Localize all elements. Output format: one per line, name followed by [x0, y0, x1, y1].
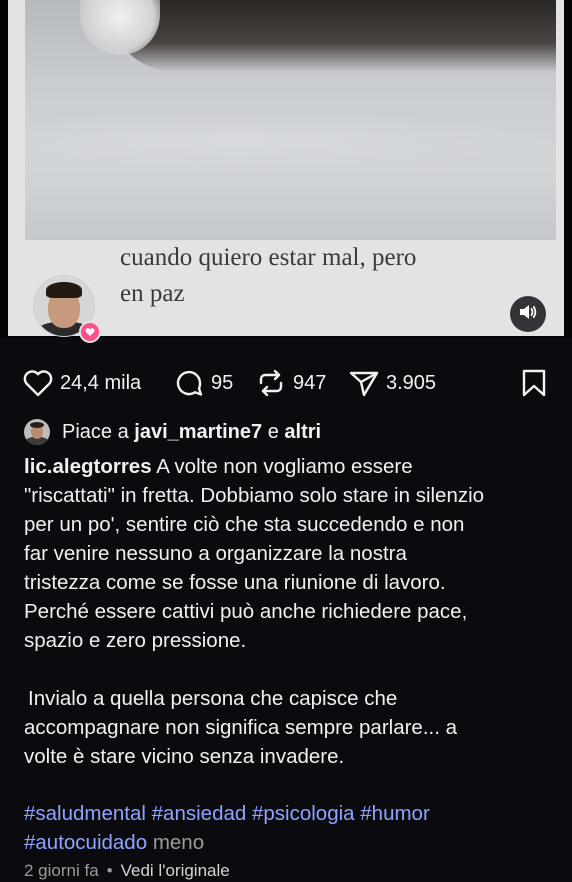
liked-by-prefix: Piace a	[62, 420, 129, 443]
caption-line: spazio e zero pressione.	[24, 629, 247, 652]
media-caption: cuando quiero estar mal, pero en paz	[120, 244, 417, 307]
liked-by-others[interactable]: altri	[284, 421, 321, 444]
heart-outline-icon	[22, 368, 54, 398]
action-bar: 24,4 mila 95 947 3.905	[0, 364, 572, 402]
repost-button[interactable]: 947	[255, 364, 326, 402]
repost-count: 947	[293, 371, 327, 394]
like-button[interactable]: 24,4 mila	[22, 364, 141, 402]
caption-line: volte è stare vicino senza invadere.	[24, 745, 345, 768]
liker-avatar	[24, 419, 50, 445]
like-count: 24,4 mila	[60, 371, 142, 394]
see-original-link[interactable]: Vedi l'originale	[121, 861, 230, 880]
liked-by-conj: e	[267, 420, 279, 443]
sound-toggle-button[interactable]	[510, 296, 546, 332]
caption-line: per un po', sentire ciò che sta succeden…	[24, 513, 465, 536]
post-meta: 2 giorni fa • Vedi l'originale	[24, 861, 230, 881]
less-link[interactable]: meno	[153, 831, 204, 854]
photo-shadow	[120, 0, 556, 72]
caption-line: "riscattati" in fretta. Dobbiamo solo st…	[24, 484, 485, 507]
post-caption: lic.alegtorres A volte non vogliamo esse…	[24, 452, 554, 771]
bookmark-icon	[520, 368, 548, 398]
send-icon	[348, 368, 380, 398]
hashtag-link[interactable]: #saludmental	[24, 802, 146, 825]
caption-line: tristezza come se fosse una riunione di …	[24, 571, 446, 594]
caption-line: Invialo a quella persona che capisce che	[28, 687, 398, 710]
heart-icon	[79, 321, 101, 343]
repost-icon	[255, 368, 287, 398]
post-media[interactable]: cuando quiero estar mal, pero en paz	[0, 0, 572, 343]
caption-line: accompagnare non significa sempre parlar…	[24, 716, 458, 739]
caption-line: A volte non vogliamo essere	[151, 455, 413, 478]
hashtag-link[interactable]: #ansiedad	[152, 802, 247, 825]
photo-sheet	[25, 110, 556, 170]
share-count: 3.905	[386, 371, 437, 394]
hashtag-link[interactable]: #psicologia	[252, 802, 355, 825]
caption-line: far venire nessuno a organizzare la nost…	[24, 542, 407, 565]
post-username[interactable]: lic.alegtorres	[24, 455, 152, 478]
hashtag-link[interactable]: #humor	[360, 802, 430, 825]
liked-by-row[interactable]: Piace a javi_martine7 e altri	[24, 418, 321, 446]
video-frame[interactable]: cuando quiero estar mal, pero en paz	[8, 0, 564, 336]
comment-button[interactable]: 95	[173, 364, 233, 402]
bed-photo	[25, 0, 556, 240]
share-button[interactable]: 3.905	[348, 364, 436, 402]
post-timestamp: 2 giorni fa	[24, 861, 99, 880]
hashtag-link[interactable]: #autocuidado	[24, 831, 147, 854]
liked-by-user[interactable]: javi_martine7	[134, 421, 262, 444]
separator-dot: •	[106, 861, 113, 880]
comment-count: 95	[211, 371, 234, 394]
caption-line: Perché essere cattivi può anche richiede…	[24, 600, 468, 623]
comment-icon	[173, 368, 205, 398]
save-button[interactable]	[520, 364, 548, 402]
hashtag-list: #saludmental #ansiedad #psicologia #humo…	[24, 799, 554, 857]
speaker-icon	[518, 303, 538, 326]
